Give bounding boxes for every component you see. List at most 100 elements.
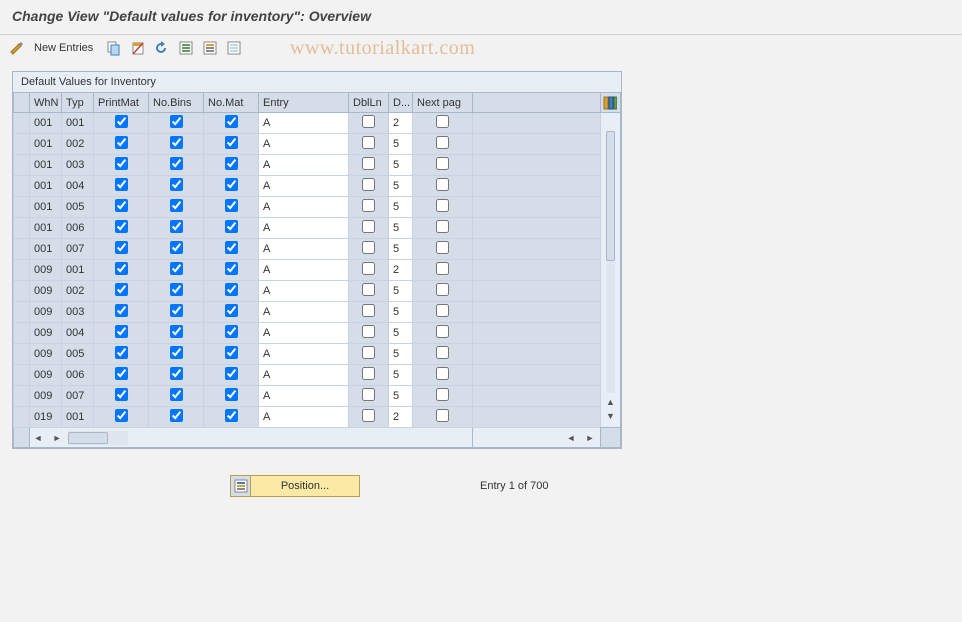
- row-selector[interactable]: [14, 365, 30, 386]
- cell-nomat[interactable]: [204, 197, 259, 218]
- cell-nextpag[interactable]: [413, 134, 473, 155]
- cell-dblln[interactable]: [349, 134, 389, 155]
- cell-entry[interactable]: A: [259, 113, 349, 134]
- cell-d[interactable]: 5: [389, 176, 413, 197]
- cell-d[interactable]: 5: [389, 281, 413, 302]
- col-entry[interactable]: Entry: [259, 93, 349, 113]
- cell-printmat[interactable]: [94, 155, 149, 176]
- cell-printmat[interactable]: [94, 365, 149, 386]
- cell-nobins[interactable]: [149, 239, 204, 260]
- undo-icon[interactable]: [153, 39, 171, 57]
- cell-dblln[interactable]: [349, 155, 389, 176]
- cell-nextpag[interactable]: [413, 176, 473, 197]
- row-selector[interactable]: [14, 134, 30, 155]
- cell-nextpag[interactable]: [413, 281, 473, 302]
- copy-icon[interactable]: [105, 39, 123, 57]
- table-row[interactable]: 009 003 A 5: [14, 302, 621, 323]
- col-d[interactable]: D...: [389, 93, 413, 113]
- cell-printmat[interactable]: [94, 218, 149, 239]
- cell-nomat[interactable]: [204, 113, 259, 134]
- cell-nobins[interactable]: [149, 218, 204, 239]
- select-block-icon[interactable]: [201, 39, 219, 57]
- cell-printmat[interactable]: [94, 323, 149, 344]
- cell-nobins[interactable]: [149, 134, 204, 155]
- cell-nextpag[interactable]: [413, 386, 473, 407]
- cell-nobins[interactable]: [149, 323, 204, 344]
- cell-nobins[interactable]: [149, 302, 204, 323]
- cell-printmat[interactable]: [94, 386, 149, 407]
- vscroll-thumb[interactable]: [606, 131, 615, 261]
- cell-nomat[interactable]: [204, 386, 259, 407]
- cell-nextpag[interactable]: [413, 218, 473, 239]
- cell-nobins[interactable]: [149, 344, 204, 365]
- cell-d[interactable]: 5: [389, 134, 413, 155]
- scroll-up-icon[interactable]: ▲: [605, 397, 616, 411]
- cell-nextpag[interactable]: [413, 155, 473, 176]
- cell-dblln[interactable]: [349, 197, 389, 218]
- table-row[interactable]: 009 005 A 5: [14, 344, 621, 365]
- cell-nomat[interactable]: [204, 407, 259, 428]
- hscroll-thumb[interactable]: [68, 432, 108, 444]
- cell-printmat[interactable]: [94, 344, 149, 365]
- horizontal-scrollbar[interactable]: ◄ ► ◄ ►: [14, 428, 621, 448]
- row-selector[interactable]: [14, 155, 30, 176]
- new-entries-button[interactable]: New Entries: [34, 42, 93, 54]
- table-row[interactable]: 001 005 A 5: [14, 197, 621, 218]
- row-selector[interactable]: [14, 218, 30, 239]
- cell-nomat[interactable]: [204, 134, 259, 155]
- cell-nomat[interactable]: [204, 365, 259, 386]
- cell-nextpag[interactable]: [413, 113, 473, 134]
- cell-printmat[interactable]: [94, 407, 149, 428]
- cell-dblln[interactable]: [349, 323, 389, 344]
- cell-nobins[interactable]: [149, 113, 204, 134]
- cell-d[interactable]: 5: [389, 197, 413, 218]
- cell-nobins[interactable]: [149, 386, 204, 407]
- table-row[interactable]: 009 006 A 5: [14, 365, 621, 386]
- table-row[interactable]: 001 001 A 2 ▲▼: [14, 113, 621, 134]
- table-row[interactable]: 009 004 A 5: [14, 323, 621, 344]
- cell-nextpag[interactable]: [413, 323, 473, 344]
- cell-d[interactable]: 2: [389, 113, 413, 134]
- cell-entry[interactable]: A: [259, 197, 349, 218]
- cell-nextpag[interactable]: [413, 302, 473, 323]
- cell-entry[interactable]: A: [259, 134, 349, 155]
- cell-d[interactable]: 5: [389, 323, 413, 344]
- cell-printmat[interactable]: [94, 260, 149, 281]
- table-row[interactable]: 001 003 A 5: [14, 155, 621, 176]
- cell-entry[interactable]: A: [259, 176, 349, 197]
- table-row[interactable]: 009 001 A 2: [14, 260, 621, 281]
- col-dblln[interactable]: DblLn: [349, 93, 389, 113]
- cell-d[interactable]: 5: [389, 239, 413, 260]
- position-button[interactable]: Position...: [230, 475, 360, 497]
- cell-nobins[interactable]: [149, 260, 204, 281]
- table-row[interactable]: 001 002 A 5: [14, 134, 621, 155]
- cell-entry[interactable]: A: [259, 239, 349, 260]
- cell-entry[interactable]: A: [259, 365, 349, 386]
- cell-dblln[interactable]: [349, 113, 389, 134]
- cell-nomat[interactable]: [204, 239, 259, 260]
- cell-printmat[interactable]: [94, 176, 149, 197]
- cell-entry[interactable]: A: [259, 218, 349, 239]
- delete-icon[interactable]: [129, 39, 147, 57]
- cell-nomat[interactable]: [204, 155, 259, 176]
- cell-dblln[interactable]: [349, 407, 389, 428]
- col-nomat[interactable]: No.Mat: [204, 93, 259, 113]
- row-selector[interactable]: [14, 407, 30, 428]
- cell-nomat[interactable]: [204, 176, 259, 197]
- cell-dblln[interactable]: [349, 344, 389, 365]
- cell-dblln[interactable]: [349, 260, 389, 281]
- cell-nomat[interactable]: [204, 323, 259, 344]
- cell-nomat[interactable]: [204, 218, 259, 239]
- cell-d[interactable]: 5: [389, 386, 413, 407]
- cell-nomat[interactable]: [204, 281, 259, 302]
- cell-entry[interactable]: A: [259, 281, 349, 302]
- cell-printmat[interactable]: [94, 197, 149, 218]
- cell-d[interactable]: 5: [389, 344, 413, 365]
- cell-dblln[interactable]: [349, 281, 389, 302]
- cell-entry[interactable]: A: [259, 344, 349, 365]
- cell-d[interactable]: 5: [389, 218, 413, 239]
- cell-printmat[interactable]: [94, 134, 149, 155]
- cell-nobins[interactable]: [149, 176, 204, 197]
- row-selector[interactable]: [14, 260, 30, 281]
- cell-dblln[interactable]: [349, 302, 389, 323]
